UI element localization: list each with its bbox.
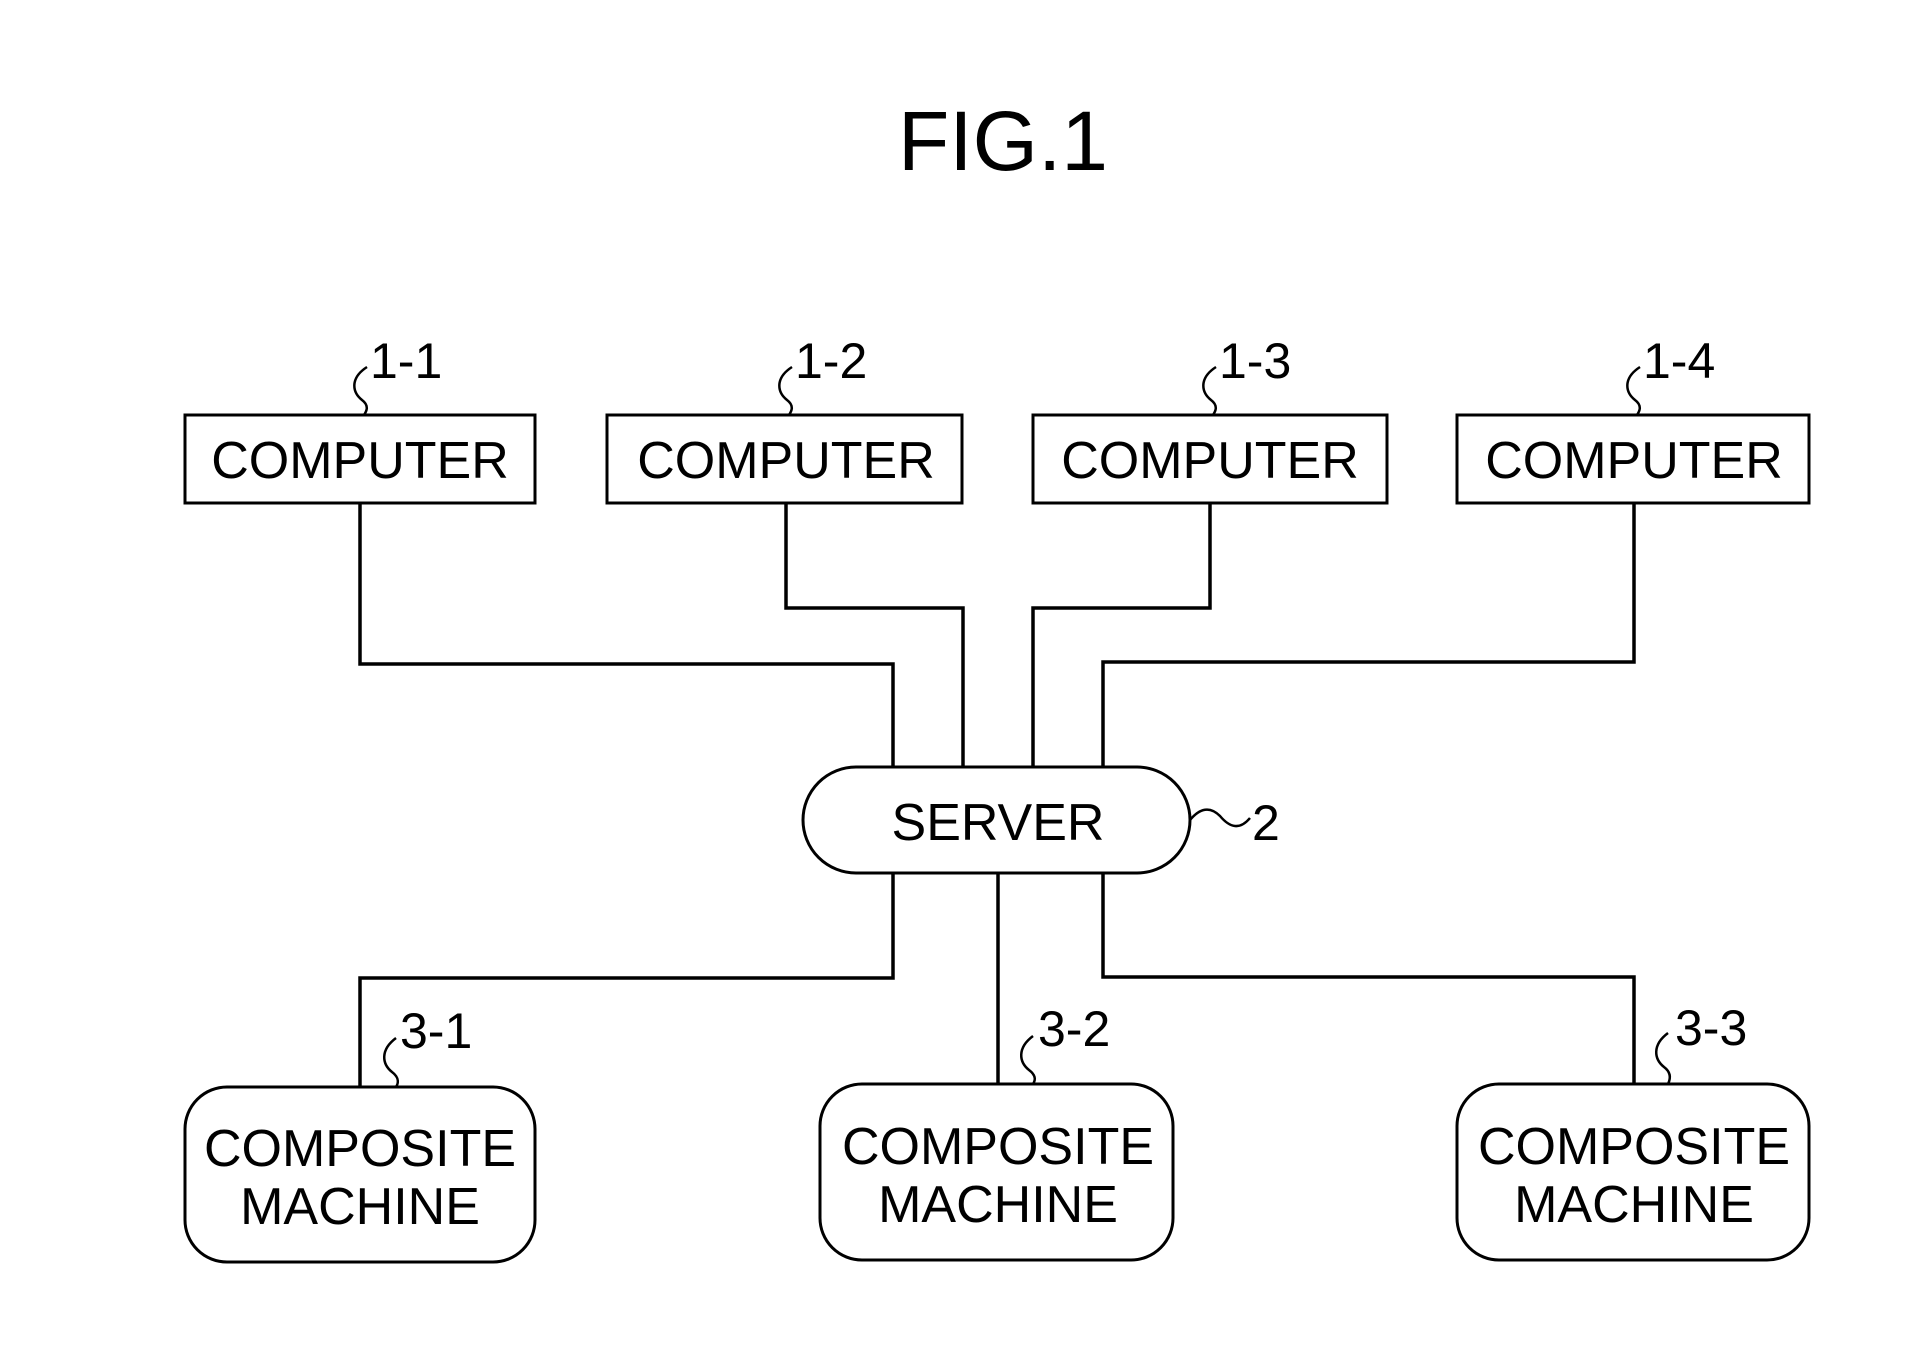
computer-node-1-2[interactable]: COMPUTER 1-2	[605, 333, 964, 505]
computer-node-1-3[interactable]: COMPUTER 1-3	[1031, 333, 1389, 505]
edge-1-4-to-server	[1101, 503, 1636, 767]
edge-1-1-to-server	[358, 503, 895, 767]
computer-ref: 1-1	[370, 333, 442, 389]
figure-title: FIG.1	[898, 94, 1108, 188]
machine-label-line2: MACHINE	[240, 1178, 480, 1236]
computer-label: COMPUTER	[1061, 432, 1359, 490]
leader-line-icon	[1655, 1032, 1671, 1085]
server-node[interactable]: SERVER 2	[801, 765, 1280, 875]
machine-ref: 3-1	[400, 1003, 472, 1059]
computer-node-1-1[interactable]: COMPUTER 1-1	[183, 333, 537, 505]
edge-server-to-3-3	[1101, 873, 1636, 1084]
computer-label: COMPUTER	[637, 432, 935, 490]
server-label: SERVER	[892, 794, 1105, 852]
computer-node-1-4[interactable]: COMPUTER 1-4	[1455, 333, 1811, 505]
computer-ref: 1-2	[795, 333, 867, 389]
machine-label-line1: COMPOSITE	[842, 1118, 1154, 1176]
leader-line-icon	[778, 365, 793, 416]
machine-label-line1: COMPOSITE	[1478, 1118, 1790, 1176]
edge-1-3-to-server	[1031, 503, 1212, 767]
leader-line-icon	[1020, 1035, 1036, 1085]
computer-label: COMPUTER	[1485, 432, 1783, 490]
computer-label: COMPUTER	[211, 432, 509, 490]
machine-label-line2: MACHINE	[1514, 1176, 1754, 1234]
leader-line-icon	[1189, 808, 1251, 828]
lower-connectors	[358, 873, 1636, 1087]
machine-ref: 3-3	[1675, 1000, 1747, 1056]
machine-ref: 3-2	[1038, 1001, 1110, 1057]
leader-line-icon	[1202, 365, 1217, 416]
server-ref: 2	[1252, 795, 1280, 851]
leader-line-icon	[1626, 365, 1641, 416]
machine-label-line2: MACHINE	[878, 1176, 1118, 1234]
upper-connectors	[358, 503, 1636, 767]
leader-line-icon	[383, 1037, 399, 1088]
network-diagram: FIG.1 COMPUTER 1-1 COMPUTER 1-2 COMPUTER…	[183, 94, 1811, 1264]
edge-1-2-to-server	[784, 503, 965, 767]
computer-ref: 1-3	[1219, 333, 1291, 389]
leader-line-icon	[353, 365, 368, 416]
computer-ref: 1-4	[1643, 333, 1715, 389]
machine-label-line1: COMPOSITE	[204, 1120, 516, 1178]
